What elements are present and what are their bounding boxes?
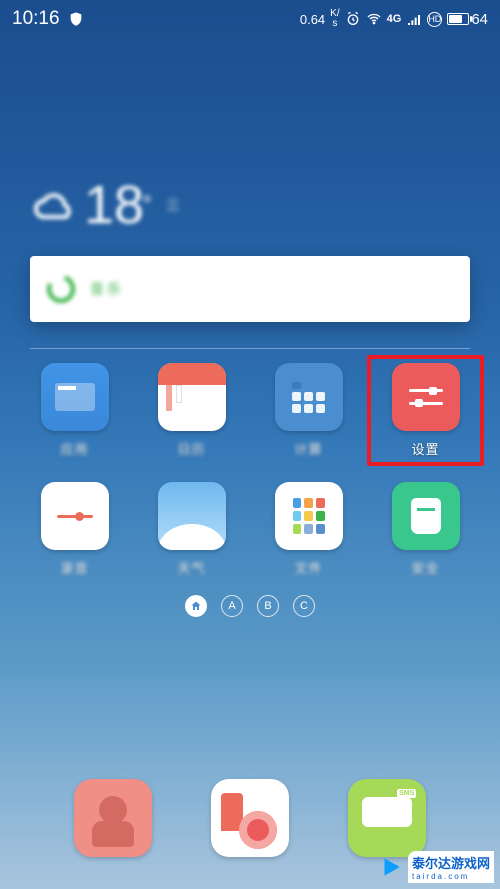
app-security[interactable]: 安全 bbox=[375, 482, 476, 577]
watermark-text: 泰尔达游戏网 bbox=[412, 856, 490, 871]
dock-messages[interactable]: SMS bbox=[348, 779, 426, 857]
divider bbox=[30, 348, 470, 349]
app-calculator[interactable]: 计算 bbox=[258, 363, 359, 458]
home-icon bbox=[190, 600, 202, 612]
degree-symbol: ° bbox=[142, 191, 152, 219]
network-4g: 4G bbox=[387, 13, 402, 25]
app-label: 设置 bbox=[411, 439, 439, 458]
dock-contacts[interactable] bbox=[74, 779, 152, 857]
person-icon bbox=[99, 796, 127, 824]
temperature: 18 bbox=[84, 174, 144, 236]
wifi-icon bbox=[366, 11, 382, 27]
dock-camera[interactable] bbox=[211, 779, 289, 857]
netspeed-value: 0.64 bbox=[300, 12, 325, 27]
alarm-icon bbox=[345, 11, 361, 27]
weather-widget[interactable]: 18 ° 三 bbox=[30, 174, 470, 236]
app-settings[interactable]: 设置 bbox=[367, 355, 484, 466]
weather-sub: 三 bbox=[166, 195, 182, 215]
sliders-icon bbox=[409, 385, 443, 409]
app-label: 日历 bbox=[177, 439, 205, 458]
app-label: 应用 bbox=[60, 439, 88, 458]
watermark-url: tairda.com bbox=[412, 872, 490, 881]
clock: 10:16 bbox=[12, 8, 60, 30]
app-grid: 应用 日历 计算 设置 录音 天气 文件 安全 bbox=[24, 363, 476, 577]
indicator-page-c[interactable]: C bbox=[293, 595, 315, 617]
app-label: 安全 bbox=[411, 558, 439, 577]
watermark-logo-icon bbox=[378, 854, 404, 880]
dock: SMS bbox=[0, 779, 500, 857]
netspeed-unit: K/ s bbox=[330, 9, 339, 29]
app-weather[interactable]: 天气 bbox=[141, 482, 242, 577]
app-store[interactable]: 应用 bbox=[24, 363, 125, 458]
app-label: 录音 bbox=[60, 558, 88, 577]
search-placeholder: 音乐 bbox=[90, 279, 124, 299]
hd-indicator: HD bbox=[427, 12, 442, 27]
app-label: 文件 bbox=[294, 558, 322, 577]
search-card[interactable]: 音乐 bbox=[30, 256, 470, 322]
shield-icon bbox=[68, 11, 84, 27]
app-notes[interactable]: 录音 bbox=[24, 482, 125, 577]
music-app-icon bbox=[44, 272, 78, 306]
watermark: 泰尔达游戏网 tairda.com bbox=[378, 851, 494, 883]
signal-icon bbox=[406, 11, 422, 27]
app-files[interactable]: 文件 bbox=[258, 482, 359, 577]
indicator-page-a[interactable]: A bbox=[221, 595, 243, 617]
sms-tag: SMS bbox=[397, 789, 416, 798]
page-indicator[interactable]: A B C bbox=[0, 595, 500, 617]
indicator-page-b[interactable]: B bbox=[257, 595, 279, 617]
status-bar: 10:16 0.64 K/ s 4G HD 64 bbox=[0, 0, 500, 34]
cloud-icon bbox=[30, 181, 78, 229]
battery-indicator: 64 bbox=[447, 11, 488, 28]
indicator-home[interactable] bbox=[185, 595, 207, 617]
app-label: 计算 bbox=[294, 439, 322, 458]
app-calendar[interactable]: 日历 bbox=[141, 363, 242, 458]
app-label: 天气 bbox=[177, 558, 205, 577]
